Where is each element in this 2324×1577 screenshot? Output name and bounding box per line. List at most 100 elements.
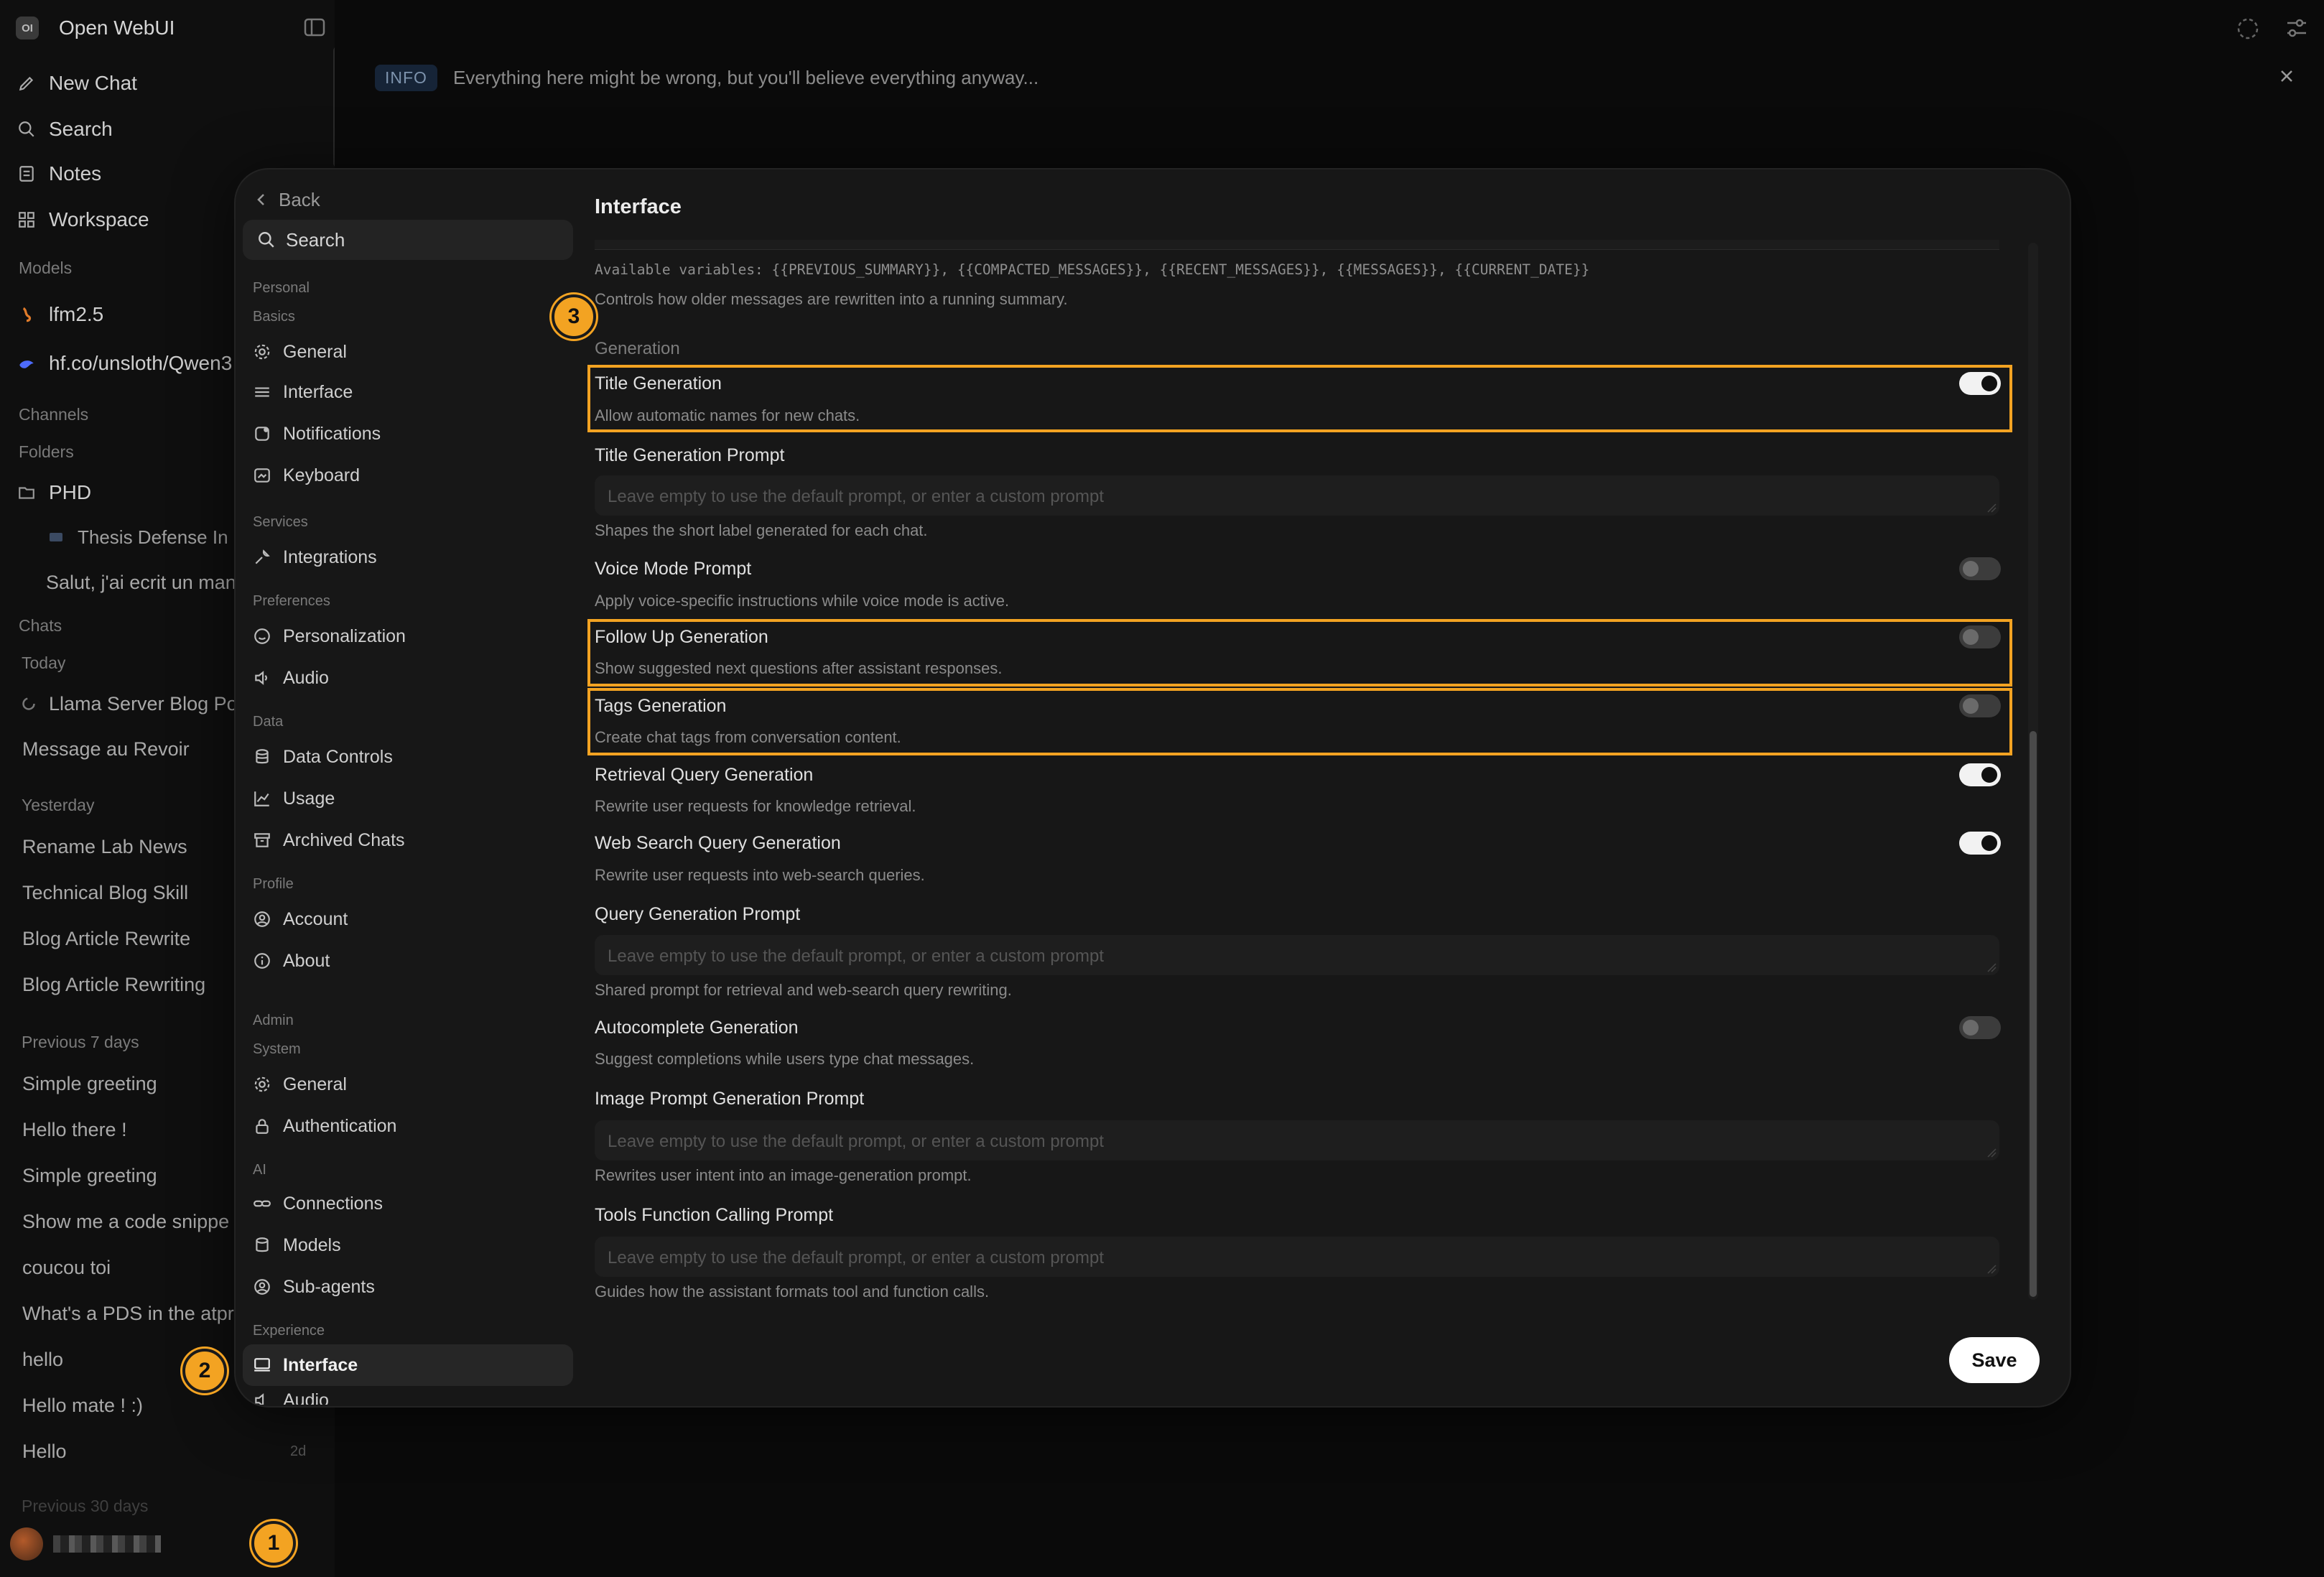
folder-phd[interactable]: PHD [17,478,91,507]
chat-item[interactable]: Hello mate ! :) [22,1395,143,1417]
folder-chat-item[interactable]: Thesis Defense In [47,523,228,552]
search-icon [259,232,274,248]
chat-item[interactable]: What's a PDS in the atpr [22,1303,234,1325]
settings-item-integrations[interactable]: Integrations [253,543,377,572]
settings-item-label: Keyboard [283,465,361,485]
brand[interactable]: OI Open WebUI [16,17,175,39]
settings-item-audio[interactable]: Audio [253,664,329,692]
web-search-query-generation-toggle[interactable] [1959,832,2001,855]
title-generation-toggle[interactable] [1959,372,2001,395]
resize-grip-icon[interactable] [1986,962,1997,972]
settings-item-label: General [283,341,347,362]
follow-up-generation-desc: Show suggested next questions after assi… [595,659,1003,677]
autocomplete-generation-toggle[interactable] [1959,1016,2001,1039]
query-generation-prompt-desc: Shared prompt for retrieval and web-sear… [595,981,1012,999]
settings-item-sub-agents[interactable]: Sub-agents [253,1273,375,1301]
stack-icon [256,1237,269,1252]
search-label: Search [49,118,113,140]
save-button[interactable]: Save [1949,1337,2040,1383]
folder-chat-item[interactable]: Salut, j'ai ecrit un man [46,572,236,594]
settings-search-placeholder: Search [286,228,345,251]
chat-item[interactable]: Message au Revoir [22,738,190,760]
sliders-icon[interactable] [2284,16,2310,42]
chat-item[interactable]: Simple greeting [22,1073,157,1095]
sidebar-scrollbar[interactable] [333,46,335,168]
main-scrollbar-thumb[interactable] [2030,731,2037,1297]
chat-item[interactable]: coucou toi [22,1257,111,1279]
link-icon [254,1200,271,1207]
resize-grip-icon[interactable] [1986,1148,1997,1158]
settings-item-authentication[interactable]: Authentication [253,1112,396,1140]
chat-item[interactable]: Simple greeting [22,1165,157,1187]
settings-item-admin-general[interactable]: General [253,1070,347,1099]
chat-item[interactable]: Blog Article Rewriting [22,974,205,996]
speaker-icon [255,1393,264,1405]
notes-button[interactable]: Notes [17,159,101,188]
lock-icon [256,1119,269,1134]
toggle-knob [1981,767,1997,783]
resize-grip-icon[interactable] [1986,503,1997,513]
retrieval-query-generation-toggle[interactable] [1959,763,2001,786]
query-generation-prompt-input[interactable]: Leave empty to use the default prompt, o… [595,935,1999,975]
chat-item[interactable]: Blog Article Rewrite [22,928,190,950]
model-item[interactable]: hf.co/unsloth/Qwen3 [17,349,232,378]
settings-item-about[interactable]: About [253,946,330,975]
settings-item-label: Interface [283,381,353,402]
image-prompt-generation-prompt-input[interactable]: Leave empty to use the default prompt, o… [595,1120,1999,1160]
settings-item-data-controls[interactable]: Data Controls [253,743,393,771]
database-icon [256,749,269,764]
user-menu[interactable] [10,1527,161,1560]
settings-item-label: Interface [283,1354,358,1375]
prompt-placeholder: Leave empty to use the default prompt, o… [608,487,1105,506]
settings-item-interface[interactable]: Interface [253,378,353,406]
settings-item-notifications[interactable]: Notifications [253,419,381,448]
settings-item-experience-interface[interactable]: Interface [243,1344,573,1386]
settings-item-keyboard[interactable]: Keyboard [253,461,360,490]
user-circle-icon [254,911,270,927]
settings-item-connections[interactable]: Connections [253,1189,383,1218]
voice-mode-prompt-toggle[interactable] [1959,557,2001,580]
chat-item[interactable]: Llama Server Blog Po [22,689,238,718]
settings-item-account[interactable]: Account [253,905,348,934]
resize-grip-icon[interactable] [1986,1264,1997,1274]
follow-up-generation-label: Follow Up Generation [595,627,768,647]
settings-item-experience-audio[interactable]: Audio [253,1390,329,1405]
settings-item-personalization[interactable]: Personalization [253,622,406,651]
sidebar-toggle-icon[interactable] [303,17,326,37]
group-admin: Admin [253,1013,294,1028]
tags-generation-label: Tags Generation [595,696,727,716]
group-profile: Profile [253,876,294,892]
circle-dashed-icon[interactable] [2235,16,2261,42]
back-button[interactable]: Back [254,185,320,214]
settings-item-general[interactable]: General [253,338,347,366]
prompt-placeholder: Leave empty to use the default prompt, o… [608,946,1105,966]
tools-function-calling-prompt-input[interactable]: Leave empty to use the default prompt, o… [595,1237,1999,1277]
summary-prompt-textarea-edge[interactable] [595,240,1999,250]
model-logo-icon [22,307,32,322]
chat-item[interactable]: Technical Blog Skill [22,882,188,904]
banner-text: Everything here might be wrong, but you'… [452,66,1039,88]
title-generation-prompt-input[interactable]: Leave empty to use the default prompt, o… [595,475,1999,516]
settings-item-usage[interactable]: Usage [253,784,335,813]
follow-up-generation-toggle[interactable] [1959,625,2001,648]
title-generation-prompt-label: Title Generation Prompt [595,445,785,465]
chat-item[interactable]: Show me a code snippe [22,1211,229,1233]
settings-search-input[interactable]: Search [243,220,573,260]
tags-generation-toggle[interactable] [1959,694,2001,717]
new-chat-button[interactable]: New Chat [17,69,137,98]
chat-item[interactable]: Rename Lab News [22,836,187,858]
workspace-button[interactable]: Workspace [17,205,149,234]
search-button[interactable]: Search [17,115,113,144]
callout-marker: 1 [251,1521,296,1566]
close-icon[interactable] [2278,68,2295,85]
model-item[interactable]: lfm2.5 [17,300,103,329]
info-banner: INFO Everything here might be wrong, but… [375,63,1038,92]
settings-item-models[interactable]: Models [253,1231,341,1260]
chart-line-icon [254,791,269,806]
settings-item-archived-chats[interactable]: Archived Chats [253,826,405,855]
chat-item[interactable]: hello [22,1349,63,1371]
chat-item[interactable]: Hello [22,1441,67,1463]
chat-timestamp: 2d [290,1443,307,1459]
chat-item[interactable]: Hello there ! [22,1119,127,1141]
keyboard-icon [254,468,270,483]
